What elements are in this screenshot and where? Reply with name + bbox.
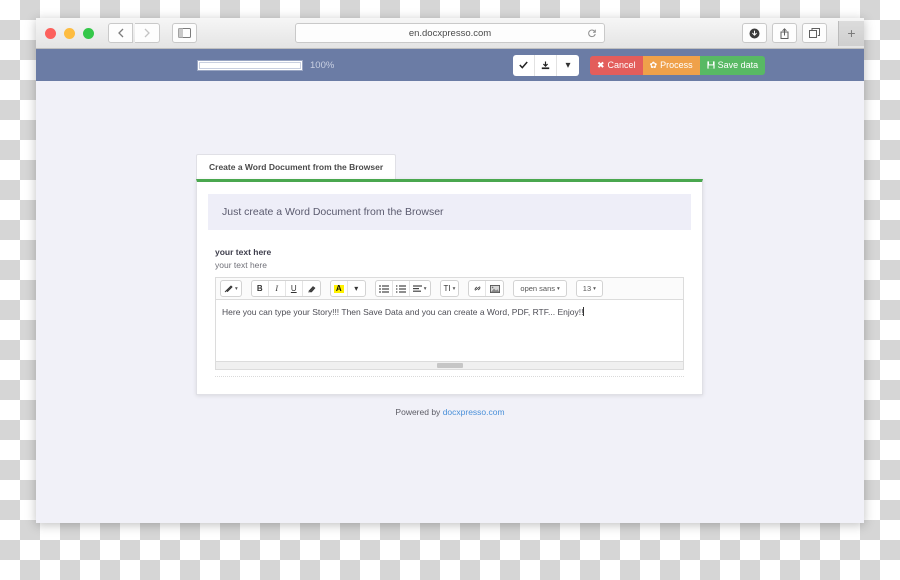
downloads-icon[interactable] xyxy=(742,23,767,43)
text-cursor xyxy=(583,307,585,316)
text-style-button[interactable]: TI ▾ xyxy=(441,281,459,296)
gear-icon: ✿ xyxy=(649,59,658,70)
cancel-button[interactable]: ✖ Cancel xyxy=(590,55,643,75)
progress-indicator: 100% xyxy=(197,59,335,71)
close-x-icon: ✖ xyxy=(597,59,605,70)
text-style-caret: ▾ xyxy=(452,285,456,292)
font-size-value: 13 xyxy=(582,284,592,293)
progress-bar-fill xyxy=(199,61,301,69)
document-banner: Just create a Word Document from the Bro… xyxy=(208,194,691,230)
page-body: Create a Word Document from the Browser … xyxy=(36,81,864,523)
back-button[interactable] xyxy=(108,23,133,43)
text-style-group: TI ▾ xyxy=(439,280,460,297)
field-sublabel: your text here xyxy=(215,260,267,270)
align-caret: ▾ xyxy=(423,285,427,292)
font-family-caret: ▾ xyxy=(557,285,560,292)
show-tabs-icon[interactable] xyxy=(802,23,827,43)
process-button[interactable]: ✿ Process xyxy=(642,55,700,75)
forward-button[interactable] xyxy=(135,23,160,43)
toolbar-actions: ▾ ✖ Cancel ✿ Process Save data xyxy=(513,54,766,76)
editor-text-area[interactable]: Here you can type your Story!!! Then Sav… xyxy=(215,300,684,362)
document-card: Just create a Word Document from the Bro… xyxy=(196,179,703,395)
url-text: en.docxpresso.com xyxy=(408,27,492,39)
traffic-lights xyxy=(45,27,94,39)
style-brush-button[interactable]: ▾ xyxy=(221,281,241,296)
app-toolbar: 100% ▾ ✖ Cancel ✿ Process Save data xyxy=(36,49,864,81)
highlight-group: A ▾ xyxy=(329,280,366,297)
progress-label: 100% xyxy=(310,59,335,71)
document-tab[interactable]: Create a Word Document from the Browser xyxy=(196,154,397,179)
confirm-download-group: ▾ xyxy=(513,54,579,76)
highlight-letter: A xyxy=(333,283,344,293)
download-button[interactable] xyxy=(535,54,557,76)
share-icon[interactable] xyxy=(772,23,797,43)
numbered-list-icon[interactable] xyxy=(393,281,410,296)
reload-icon[interactable] xyxy=(587,28,597,38)
save-data-button-label: Save data xyxy=(717,60,759,70)
bulleted-list-icon[interactable] xyxy=(376,281,393,296)
dotted-divider xyxy=(215,376,684,377)
rich-text-editor: ▾ B I U A ▾ ▾ TI ▾ open sans ▾ 13 ▾ Here… xyxy=(215,277,684,370)
download-options-caret[interactable]: ▾ xyxy=(557,55,579,76)
browser-window: en.docxpresso.com + 100% ▾ ✖ Cancel ✿ Pr… xyxy=(36,18,864,523)
style-group: ▾ xyxy=(220,280,242,297)
editor-horizontal-scrollbar[interactable] xyxy=(215,362,684,370)
bold-button[interactable]: B xyxy=(252,281,269,296)
floppy-save-icon xyxy=(707,61,715,69)
highlight-color-caret[interactable]: ▾ xyxy=(348,281,365,296)
highlight-button[interactable]: A xyxy=(331,281,348,296)
image-icon[interactable] xyxy=(486,281,503,296)
process-button-label: Process xyxy=(660,60,693,70)
maximize-window-button[interactable] xyxy=(83,27,94,39)
font-size-select[interactable]: 13 ▾ xyxy=(577,281,602,296)
powered-by-label: Powered by xyxy=(395,407,441,417)
docxpresso-link[interactable]: docxpresso.com xyxy=(443,407,505,417)
link-icon[interactable] xyxy=(469,281,487,296)
editor-content-text: Here you can type your Story!!! Then Sav… xyxy=(222,307,584,317)
action-buttons: ✖ Cancel ✿ Process Save data xyxy=(590,55,766,75)
editor-toolbar: ▾ B I U A ▾ ▾ TI ▾ open sans ▾ 13 ▾ xyxy=(215,277,684,300)
field-label: your text here xyxy=(215,247,272,257)
italic-button[interactable]: I xyxy=(269,281,286,296)
close-window-button[interactable] xyxy=(45,27,56,39)
list-group: ▾ xyxy=(374,280,431,297)
chrome-right-buttons: + xyxy=(742,20,864,46)
underline-button[interactable]: U xyxy=(286,281,303,296)
scrollbar-thumb[interactable] xyxy=(436,363,463,368)
remove-format-icon[interactable] xyxy=(303,281,320,296)
font-size-caret: ▾ xyxy=(593,285,596,292)
save-data-button[interactable]: Save data xyxy=(699,55,766,75)
font-family-group: open sans ▾ xyxy=(513,280,567,297)
new-tab-button[interactable]: + xyxy=(838,20,864,46)
confirm-button[interactable] xyxy=(513,54,535,76)
text-format-group: B I U xyxy=(250,280,321,297)
align-icon[interactable]: ▾ xyxy=(410,281,430,296)
progress-bar-track xyxy=(197,59,303,71)
navigation-buttons xyxy=(108,23,160,43)
font-size-group: 13 ▾ xyxy=(575,280,603,297)
powered-by-footer: Powered by docxpresso.com xyxy=(36,407,864,417)
insert-group xyxy=(468,280,505,297)
font-family-value: open sans xyxy=(520,284,556,293)
cancel-button-label: Cancel xyxy=(607,60,636,70)
sidebar-toggle-button[interactable] xyxy=(172,23,197,43)
minimize-window-button[interactable] xyxy=(64,27,75,39)
address-bar[interactable]: en.docxpresso.com xyxy=(295,23,605,43)
text-style-label: TI xyxy=(443,284,451,293)
font-family-select[interactable]: open sans ▾ xyxy=(514,281,565,296)
browser-chrome-bar: en.docxpresso.com + xyxy=(36,18,864,49)
chevron-down-icon: ▾ xyxy=(235,285,238,292)
